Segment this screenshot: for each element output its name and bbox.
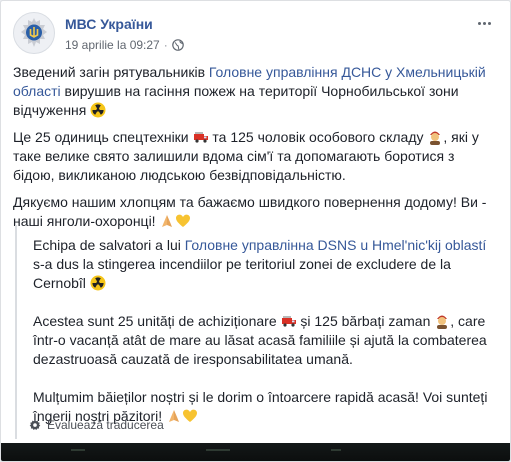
post-text: Зведений загін рятувальників Головне упр…	[13, 63, 497, 239]
rate-translation-link[interactable]: Evaluează traducerea	[47, 418, 164, 432]
fire-truck-icon	[281, 316, 296, 327]
police-emblem-icon	[21, 18, 47, 47]
praying-hands-icon	[169, 410, 180, 422]
post-meta: 19 aprilie la 09:27 ·	[65, 38, 184, 52]
photo-detail	[206, 449, 230, 451]
radioactive-icon	[90, 275, 106, 291]
photo-detail	[331, 449, 341, 451]
translation-paragraph-1: Echipa de salvatori a lui Головне управл…	[33, 237, 487, 291]
fire-truck-icon	[193, 132, 208, 143]
more-options-icon[interactable]	[472, 14, 496, 32]
radioactive-icon	[90, 102, 106, 118]
translation-block: Echipa de salvatori a lui Головне управл…	[15, 225, 497, 439]
photo-detail	[71, 449, 85, 451]
post-timestamp[interactable]: 19 aprilie la 09:27	[65, 38, 160, 52]
rate-translation-row: Evaluează traducerea	[29, 418, 164, 432]
post-paragraph-2: Це 25 одиниць спецтехніки та 125 чоловік…	[13, 129, 479, 183]
page-avatar[interactable]	[13, 12, 55, 54]
meta-separator: ·	[163, 38, 168, 52]
mention-link-translation[interactable]: Головне управлінна DSNS u Hmel'nic'kij o…	[185, 237, 487, 253]
page-name-link[interactable]: МВС України	[65, 16, 153, 32]
post-header: МВС України 19 aprilie la 09:27 ·	[13, 12, 498, 56]
person-icon	[437, 315, 448, 329]
post-photo[interactable]	[1, 443, 510, 461]
globe-icon[interactable]	[171, 39, 184, 51]
person-icon	[430, 131, 441, 145]
gear-icon[interactable]	[29, 419, 41, 431]
post-paragraph-1: Зведений загін рятувальників Головне упр…	[13, 64, 486, 118]
post-card: МВС України 19 aprilie la 09:27 · Зведен…	[0, 0, 511, 462]
yellow-heart-icon	[183, 409, 198, 422]
translation-paragraph-2: Acestea sunt 25 unități de achiziționare…	[33, 313, 487, 367]
